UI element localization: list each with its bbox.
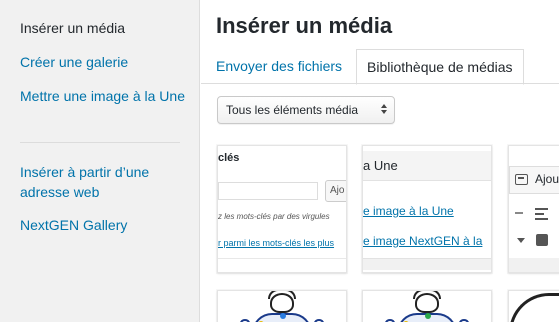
sidebar-separator bbox=[20, 142, 180, 143]
lock-icon bbox=[536, 234, 548, 246]
tabs-divider bbox=[201, 83, 559, 84]
thumb-input-image bbox=[218, 182, 318, 200]
media-attachment-thumbnail[interactable] bbox=[217, 290, 347, 322]
sidebar-item-featured-image[interactable]: Mettre une image à la Une bbox=[20, 86, 185, 106]
add-media-icon bbox=[515, 174, 528, 185]
sidebar-item-insert-from-url[interactable]: Insérer à partir d’une adresse web bbox=[20, 162, 185, 202]
tab-upload-files[interactable]: Envoyer des fichiers bbox=[216, 49, 342, 84]
thumb-text: clés bbox=[218, 152, 240, 164]
media-attachment-thumbnail[interactable] bbox=[362, 290, 492, 322]
thumb-divider bbox=[218, 258, 346, 259]
caret-down-icon bbox=[517, 238, 525, 243]
thumb-link-text: e image à la Une bbox=[363, 204, 454, 218]
media-type-filter-select[interactable]: Tous les éléments média bbox=[217, 96, 395, 124]
figure-head bbox=[270, 293, 294, 313]
thumb-link-text: r parmi les mots-clés les plus bbox=[218, 238, 335, 248]
thumb-text: z les mots-clés par des virgules bbox=[218, 212, 330, 221]
media-attachment-thumbnail[interactable]: a Une e image à la Une e image NextGEN à… bbox=[362, 145, 492, 273]
thumb-text: Ajou bbox=[535, 172, 559, 186]
select-arrows-icon bbox=[381, 102, 389, 116]
thumb-footer-bar bbox=[509, 258, 559, 272]
tab-media-library[interactable]: Bibliothèque de médias bbox=[356, 49, 524, 85]
media-attachment-thumbnail[interactable]: Ajou bbox=[508, 145, 559, 273]
page-title: Insérer un média bbox=[216, 13, 393, 38]
align-icon bbox=[535, 208, 548, 220]
figure-head bbox=[415, 293, 439, 313]
filter-selected-value: Tous les éléments média bbox=[226, 103, 359, 117]
media-attachment-thumbnail[interactable] bbox=[508, 290, 559, 322]
sidebar-item-create-gallery[interactable]: Créer une galerie bbox=[20, 52, 185, 72]
media-attachment-thumbnail[interactable]: clés Ajo z les mots-clés par des virgule… bbox=[217, 145, 347, 273]
media-modal-main: Insérer un média Envoyer des fichiers Bi… bbox=[201, 0, 559, 322]
media-modal-sidebar: Insérer un média Créer une galerie Mettr… bbox=[0, 0, 200, 322]
figure-outline bbox=[509, 293, 559, 322]
thumb-footer-bar bbox=[363, 258, 491, 270]
sidebar-item-nextgen-gallery[interactable]: NextGEN Gallery bbox=[20, 215, 185, 235]
figure-badge bbox=[280, 313, 286, 319]
thumb-button-image: Ajo bbox=[325, 180, 346, 202]
thumb-link-text: e image NextGEN à la bbox=[363, 234, 483, 248]
dash-icon bbox=[515, 212, 523, 214]
thumb-text: a Une bbox=[363, 158, 398, 173]
sidebar-item-insert-media[interactable]: Insérer un média bbox=[20, 18, 185, 38]
figure-badge bbox=[425, 313, 431, 319]
